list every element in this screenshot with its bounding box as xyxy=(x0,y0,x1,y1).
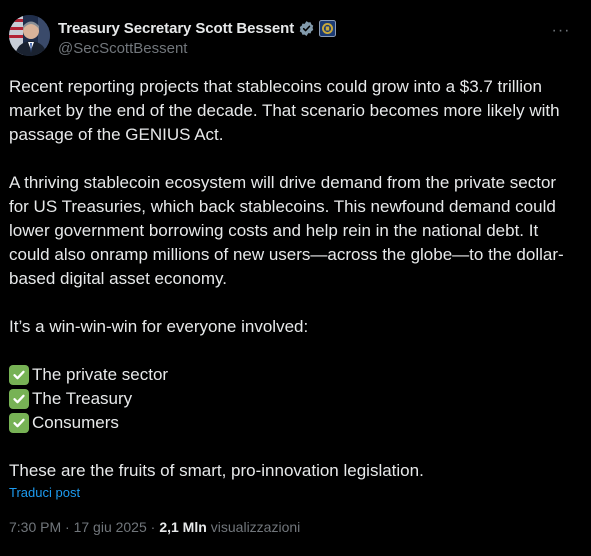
check-item-1: The private sector xyxy=(9,363,575,387)
avatar[interactable] xyxy=(9,15,50,56)
post-paragraph-1: Recent reporting projects that stablecoi… xyxy=(9,77,560,144)
name-row: Treasury Secretary Scott Bessent xyxy=(58,18,337,38)
check-mark-icon xyxy=(9,389,29,409)
handle[interactable]: @SecScottBessent xyxy=(58,40,187,57)
post-paragraph-2: A thriving stablecoin ecosystem will dri… xyxy=(9,173,564,288)
verified-badge-icon[interactable] xyxy=(298,20,315,37)
translate-post-link[interactable]: Traduci post xyxy=(9,485,80,500)
check-mark-icon xyxy=(9,413,29,433)
views-label: visualizzazioni xyxy=(210,519,301,535)
post-paragraph-4: These are the fruits of smart, pro-innov… xyxy=(9,461,424,480)
post-body: Recent reporting projects that stablecoi… xyxy=(9,75,575,483)
display-name[interactable]: Treasury Secretary Scott Bessent xyxy=(58,20,294,37)
more-dots: ··· xyxy=(551,22,571,39)
tweet-header: Treasury Secretary Scott Bessent @SecSco… xyxy=(9,13,582,59)
check-item-3: Consumers xyxy=(9,411,575,435)
check-mark-icon xyxy=(9,365,29,385)
tweet: Treasury Secretary Scott Bessent @SecSco… xyxy=(0,0,591,556)
timestamp[interactable]: 7:30 PM · 17 giu 2025 · xyxy=(9,519,155,535)
treasury-seal-icon[interactable] xyxy=(319,19,337,37)
post-paragraph-3: It’s a win-win-win for everyone involved… xyxy=(9,317,309,336)
check-item-label: Consumers xyxy=(32,413,119,432)
check-item-label: The Treasury xyxy=(32,389,133,408)
post-meta: 7:30 PM · 17 giu 2025 · 2,1 Mln visualiz… xyxy=(9,519,300,535)
more-horizontal-icon[interactable]: ··· xyxy=(551,21,571,41)
check-item-label: The private sector xyxy=(32,365,169,384)
views-count[interactable]: 2,1 Mln xyxy=(159,519,206,535)
check-item-2: The Treasury xyxy=(9,387,575,411)
